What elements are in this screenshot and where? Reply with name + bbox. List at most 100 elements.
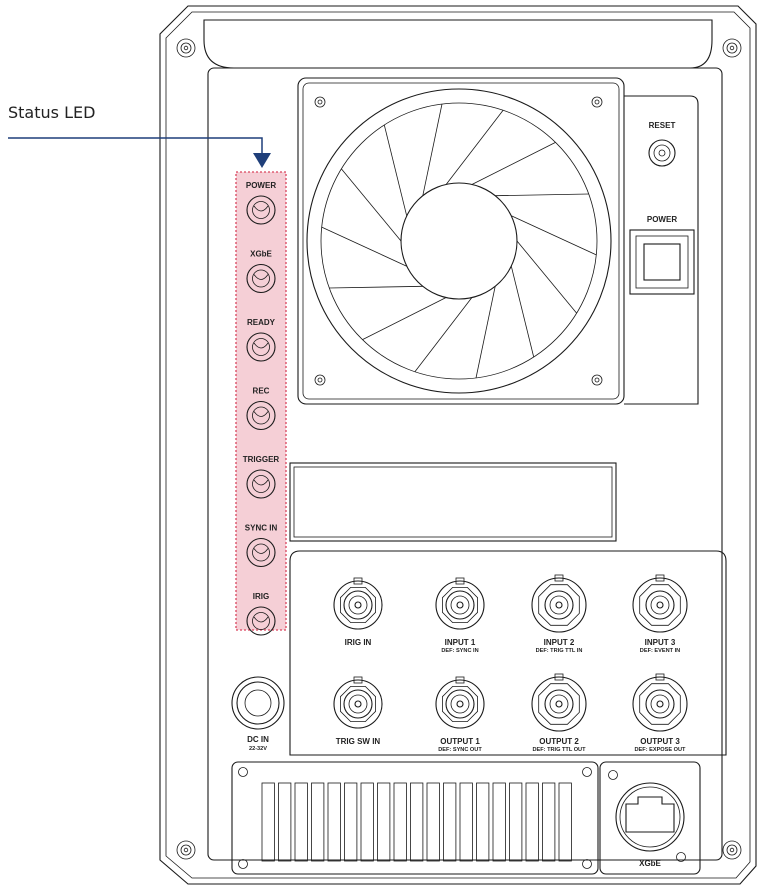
bnc-insulator (549, 595, 569, 615)
bnc-sleeve (343, 590, 373, 620)
fan-spoke (383, 124, 408, 216)
vent-screw-tr (582, 767, 592, 777)
bnc-insulator (650, 694, 670, 714)
bnc-sleeve (645, 590, 675, 620)
dc-in-sub-label: 22-32V (249, 746, 267, 752)
vent-slot (492, 782, 506, 862)
bnc-pin (656, 700, 664, 708)
bnc-pin (354, 601, 362, 609)
screw-top-left (176, 38, 196, 58)
vent-slot (443, 782, 457, 862)
connector-group: IRIG IN INPUT 1DEF: SYNC ININPUT 2DEF: TR… (333, 574, 688, 753)
fan-screw-tl-center (317, 99, 323, 105)
vent-screw-bl (238, 859, 248, 869)
fan-screw-br-center (594, 377, 600, 383)
connector-sub-label: DEF: TRIG TTL OUT (532, 747, 586, 753)
connector-sub-label: DEF: EXPOSE OUT (635, 747, 687, 753)
vent-slot (476, 782, 490, 862)
connector-sub-label: DEF: TRIG TTL IN (536, 648, 583, 654)
fan-screw-bl-center (317, 377, 323, 383)
camera-rear-panel-diagram: RESET POWER POWER XGbE READY REC TRIGGER SYNC… (0, 0, 757, 892)
fan-spoke (475, 286, 496, 379)
bnc-connector-output-1[interactable] (435, 676, 485, 729)
label-window-inner (293, 466, 613, 538)
bnc-connector-output-2[interactable] (531, 673, 587, 732)
bnc-nut (339, 686, 377, 722)
status-led-label: XGbE (250, 250, 272, 259)
bnc-connector-input-3[interactable] (632, 574, 688, 633)
vent-slot (525, 782, 539, 862)
bnc-outer (632, 676, 688, 732)
vent-slot (558, 782, 572, 862)
bnc-outer (435, 580, 485, 630)
vent-slot (509, 782, 523, 862)
fan-spoke (362, 297, 447, 340)
fan-screw-bl (314, 374, 326, 386)
connector-sub-label: DEF: EVENT IN (640, 648, 680, 654)
fan-spoke (495, 193, 589, 197)
vent-slot (542, 782, 556, 862)
bnc-outer (632, 577, 688, 633)
screw-bottom-left (176, 840, 196, 860)
status-led-label: REC (253, 387, 270, 396)
status-led-callout-label: Status LED (8, 103, 95, 122)
vent-slot (410, 782, 424, 862)
vent-slot (311, 782, 325, 862)
vent-slot (459, 782, 473, 862)
bnc-pin (656, 601, 664, 609)
fan-spoke (471, 142, 556, 185)
callout-leader-line (8, 137, 263, 155)
vent-slot (327, 782, 341, 862)
bnc-sleeve (445, 689, 475, 719)
vent-slot (261, 782, 275, 862)
bnc-pin (456, 601, 464, 609)
bnc-connector-input-1[interactable] (435, 577, 485, 630)
vent-slot (393, 782, 407, 862)
fan-guard-ring (320, 102, 598, 380)
vent-slot (344, 782, 358, 862)
power-button[interactable] (629, 229, 695, 295)
fan-screw-br (591, 374, 603, 386)
top-panel-outline (203, 19, 713, 69)
bnc-insulator (348, 694, 368, 714)
bnc-outer (531, 676, 587, 732)
fan-screw-tr-center (594, 99, 600, 105)
bnc-insulator (549, 694, 569, 714)
bnc-connector-irig-in[interactable] (333, 577, 383, 630)
bnc-insulator (650, 595, 670, 615)
bnc-outer (435, 679, 485, 729)
bnc-pin (456, 700, 464, 708)
dc-in-label: DC IN (247, 735, 269, 744)
connector-label: OUTPUT 3 (640, 737, 680, 746)
bnc-nut (339, 587, 377, 623)
status-led-label: TRIGGER (243, 455, 280, 464)
bnc-connector-output-3[interactable] (632, 673, 688, 732)
vent-slot (360, 782, 374, 862)
bnc-pin (555, 700, 563, 708)
connector-label: IRIG IN (345, 638, 372, 647)
vent-module (231, 761, 599, 875)
bnc-outer (333, 679, 383, 729)
fan-spoke (516, 240, 577, 314)
bnc-sleeve (544, 689, 574, 719)
dc-in-connector[interactable] (231, 676, 285, 730)
bnc-pin (555, 601, 563, 609)
button-panel-outline (624, 95, 699, 405)
connector-label: INPUT 1 (445, 638, 476, 647)
bnc-connector-trig-sw-in[interactable] (333, 676, 383, 729)
xgbe-port-label: XGbE (639, 859, 661, 868)
fan-module (297, 77, 625, 405)
bnc-connector-input-2[interactable] (531, 574, 587, 633)
callout-arrowhead (253, 153, 271, 168)
connector-label: OUTPUT 1 (440, 737, 480, 746)
reset-button[interactable] (648, 139, 676, 167)
status-led-label: IRIG (253, 592, 269, 601)
bnc-outer (531, 577, 587, 633)
vent-slot (294, 782, 308, 862)
bnc-insulator (450, 694, 470, 714)
bnc-nut (441, 686, 479, 722)
bnc-insulator (450, 595, 470, 615)
xgbe-screw-top (608, 770, 618, 780)
fan-screw-tr (591, 96, 603, 108)
xgbe-port[interactable] (615, 782, 685, 852)
